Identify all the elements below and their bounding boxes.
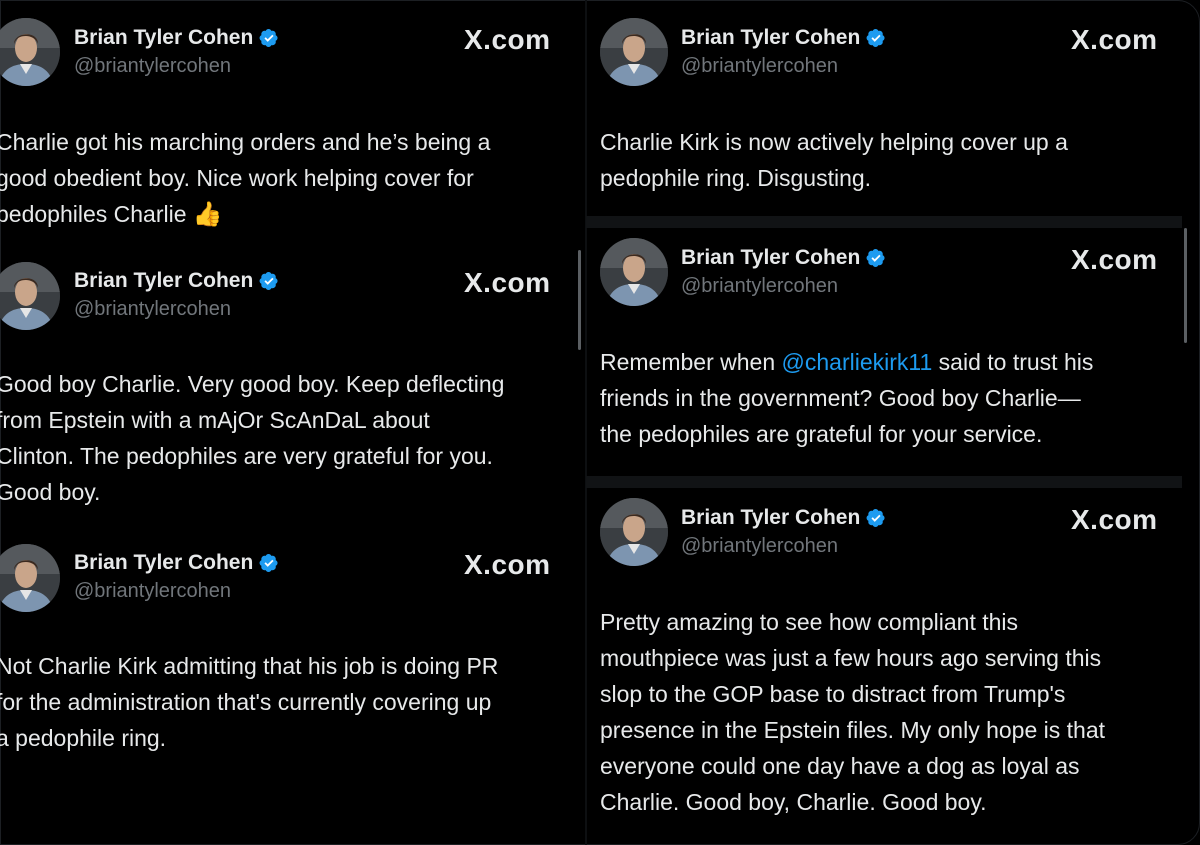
avatar[interactable] [600, 498, 668, 566]
author-handle[interactable]: @briantylercohen [74, 55, 231, 78]
verified-badge-icon [259, 553, 279, 573]
source-label: X.com [464, 267, 551, 298]
verified-badge-icon [866, 28, 886, 48]
post-text-line: Pretty amazing to see how compliant this [600, 609, 1019, 635]
post-text-fragment: said to trust his [932, 349, 1094, 375]
thumbs-up-icon: 👍 [192, 201, 223, 228]
post-text-line: presence in the Epstein files. My only h… [600, 717, 1106, 743]
source-label: X.com [1071, 504, 1158, 535]
right-post-separator [586, 216, 1182, 228]
post-text-line: Good boy Charlie. Very good boy. Keep de… [0, 371, 505, 397]
post-text-line: Clinton. The pedophiles are very gratefu… [0, 443, 493, 469]
post-text-line: mouthpiece was just a few hours ago serv… [600, 645, 1102, 671]
post-text: Good boy Charlie. Very good boy. Keep de… [0, 366, 504, 510]
post-text-line: Good boy. [0, 479, 101, 505]
post-text-line: for the administration that's currently … [0, 689, 492, 715]
column-divider [585, 0, 587, 845]
post-text: Not Charlie Kirk admitting that his job … [0, 648, 498, 756]
mention-link[interactable]: @charliekirk11 [782, 349, 933, 375]
post-text-line: everyone could one day have a dog as loy… [600, 753, 1080, 779]
post-text-line: Not Charlie Kirk admitting that his job … [0, 653, 499, 679]
post-text: Charlie got his marching orders and he’s… [0, 124, 490, 233]
post-text-line: good obedient boy. Nice work helping cov… [0, 165, 474, 191]
post-text: Remember when @charliekirk11 said to tru… [600, 344, 1093, 452]
author-handle[interactable]: @briantylercohen [74, 580, 231, 603]
post-text-line: the pedophiles are grateful for your ser… [600, 421, 1043, 447]
author-handle[interactable]: @briantylercohen [74, 298, 231, 321]
right-post-separator [586, 476, 1182, 488]
author-handle[interactable]: @briantylercohen [681, 55, 838, 78]
author-name[interactable]: Brian Tyler Cohen [681, 26, 886, 50]
post-text: Charlie Kirk is now actively helping cov… [600, 124, 1068, 196]
avatar[interactable] [600, 18, 668, 86]
post-text: Pretty amazing to see how compliant this… [600, 604, 1105, 820]
author-name[interactable]: Brian Tyler Cohen [681, 246, 886, 270]
author-name[interactable]: Brian Tyler Cohen [681, 506, 886, 530]
verified-badge-icon [259, 28, 279, 48]
source-label: X.com [464, 549, 551, 580]
author-name[interactable]: Brian Tyler Cohen [74, 551, 279, 575]
post-text-line: friends in the government? Good boy Char… [600, 385, 1081, 411]
author-name[interactable]: Brian Tyler Cohen [74, 26, 279, 50]
post-text-line: Charlie got his marching orders and he’s… [0, 129, 491, 155]
author-handle[interactable]: @briantylercohen [681, 535, 838, 558]
left-scrollbar[interactable] [578, 250, 581, 350]
post-text-line: a pedophile ring. [0, 725, 167, 751]
source-label: X.com [1071, 244, 1158, 275]
post-text-line: slop to the GOP base to distract from Tr… [600, 681, 1066, 707]
verified-badge-icon [259, 271, 279, 291]
post-text-line: Charlie Kirk is now actively helping cov… [600, 129, 1068, 155]
post-text-line: pedophiles Charlie [0, 201, 187, 227]
author-name[interactable]: Brian Tyler Cohen [74, 269, 279, 293]
author-handle[interactable]: @briantylercohen [681, 275, 838, 298]
verified-badge-icon [866, 248, 886, 268]
post-text-line: pedophile ring. Disgusting. [600, 165, 872, 191]
verified-badge-icon [866, 508, 886, 528]
post-text-line: from Epstein with a mAjOr ScAnDaL about [0, 407, 430, 433]
right-scrollbar[interactable] [1184, 228, 1187, 343]
source-label: X.com [1071, 24, 1158, 55]
post-text-fragment: Remember when [600, 349, 782, 375]
source-label: X.com [464, 24, 551, 55]
post-text-line: Charlie. Good boy, Charlie. Good boy. [600, 789, 987, 815]
avatar[interactable] [600, 238, 668, 306]
